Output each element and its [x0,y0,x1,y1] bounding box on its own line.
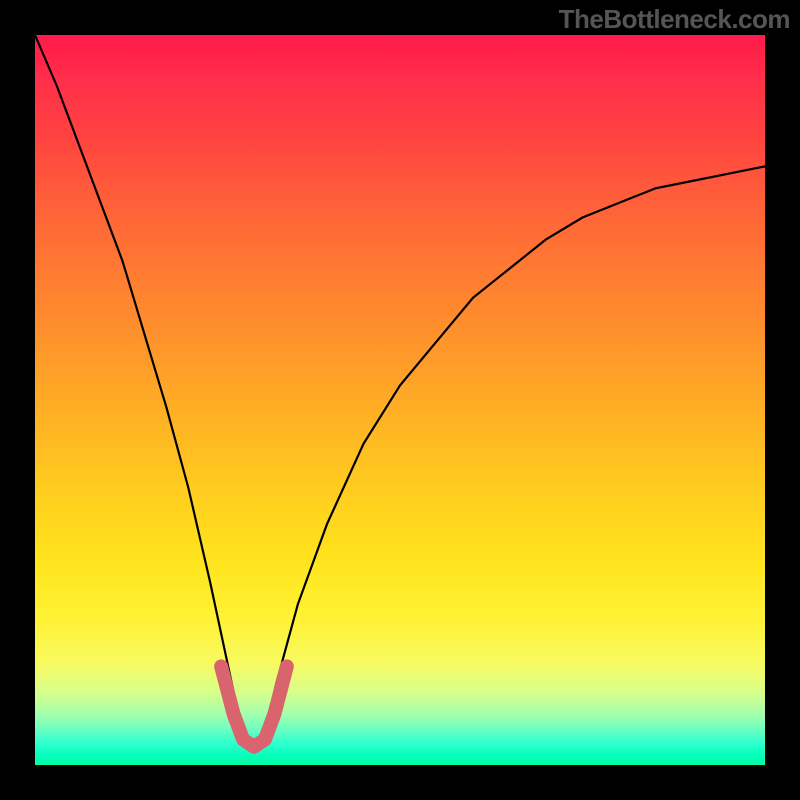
bottleneck-curve [35,35,765,750]
chart-container: TheBottleneck.com [0,0,800,800]
attribution-text: TheBottleneck.com [559,4,790,35]
plot-area [35,35,765,765]
curves-svg [35,35,765,765]
highlight-range-curve [221,666,287,746]
